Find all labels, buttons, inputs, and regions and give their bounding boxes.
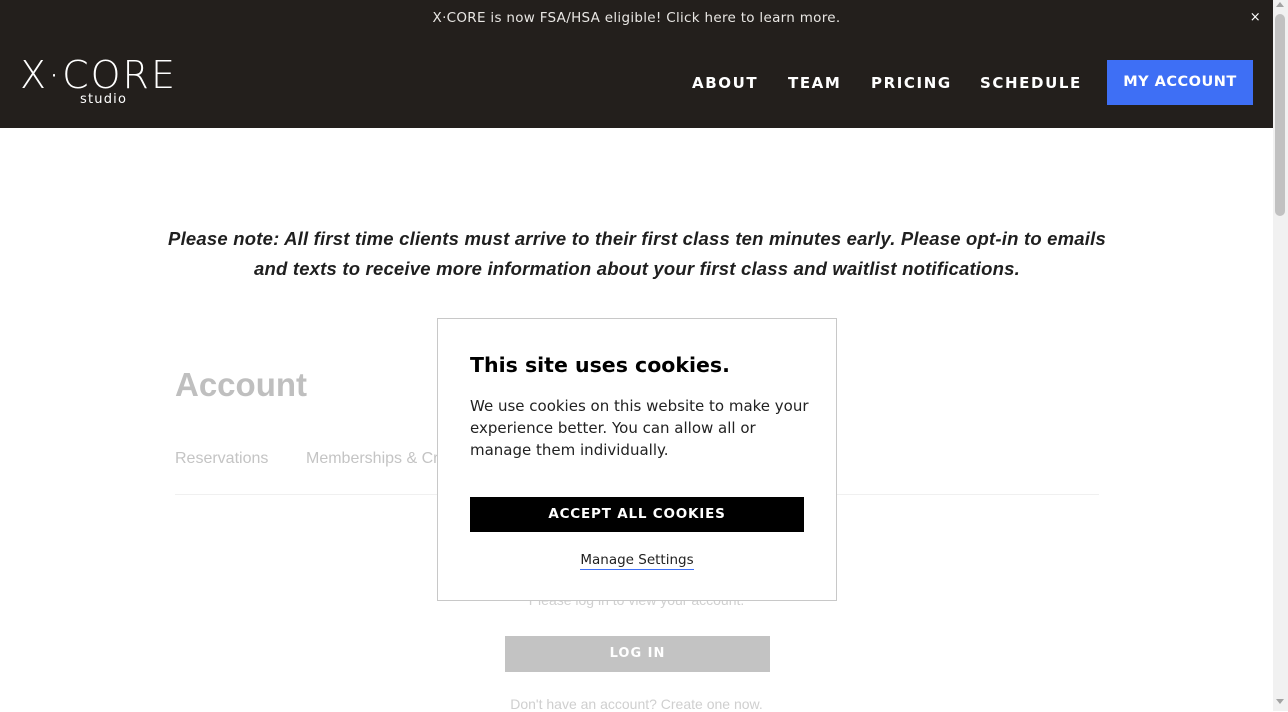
scrollbar-thumb[interactable] — [1275, 14, 1285, 216]
create-account-link[interactable]: Don't have an account? Create one now. — [0, 696, 1273, 712]
manage-settings-container: Manage Settings — [438, 549, 836, 570]
page-title: Account — [175, 366, 307, 403]
site-logo[interactable]: X·CORE studio — [20, 53, 177, 107]
note-line-2: and texts to receive more information ab… — [254, 258, 1020, 279]
nav-about[interactable]: ABOUT — [692, 74, 758, 92]
close-icon[interactable]: × — [1250, 0, 1261, 36]
logo-wordmark: X·CORE — [20, 53, 177, 97]
site-header: X·CORE studio ABOUT TEAM PRICING SCHEDUL… — [0, 37, 1273, 128]
cookie-dialog-title: This site uses cookies. — [470, 353, 730, 377]
cookie-dialog-body: We use cookies on this website to make y… — [470, 397, 809, 459]
scroll-up-arrow-icon[interactable] — [1276, 2, 1284, 7]
nav-schedule[interactable]: SCHEDULE — [980, 74, 1082, 92]
announcement-bar[interactable]: X·CORE is now FSA/HSA eligible! Click he… — [0, 0, 1273, 37]
announcement-text[interactable]: X·CORE is now FSA/HSA eligible! Click he… — [433, 10, 841, 26]
note-line-1: Please note: All first time clients must… — [168, 228, 1106, 249]
nav-pricing[interactable]: PRICING — [871, 74, 952, 92]
accept-all-cookies-button[interactable]: ACCEPT ALL COOKIES — [470, 497, 804, 532]
tab-memberships[interactable]: Memberships & Cr — [306, 450, 438, 468]
tab-reservations[interactable]: Reservations — [175, 450, 268, 468]
page-scrollbar[interactable] — [1273, 0, 1288, 711]
scroll-down-arrow-icon[interactable] — [1276, 699, 1284, 704]
cookie-consent-dialog: This site uses cookies. We use cookies o… — [437, 318, 837, 601]
manage-settings-link[interactable]: Manage Settings — [580, 552, 694, 570]
first-time-note: Please note: All first time clients must… — [150, 224, 1124, 284]
log-in-button[interactable]: LOG IN — [505, 636, 770, 672]
logo-subtitle: studio — [80, 92, 128, 107]
my-account-button[interactable]: MY ACCOUNT — [1107, 60, 1253, 105]
nav-team[interactable]: TEAM — [788, 74, 841, 92]
